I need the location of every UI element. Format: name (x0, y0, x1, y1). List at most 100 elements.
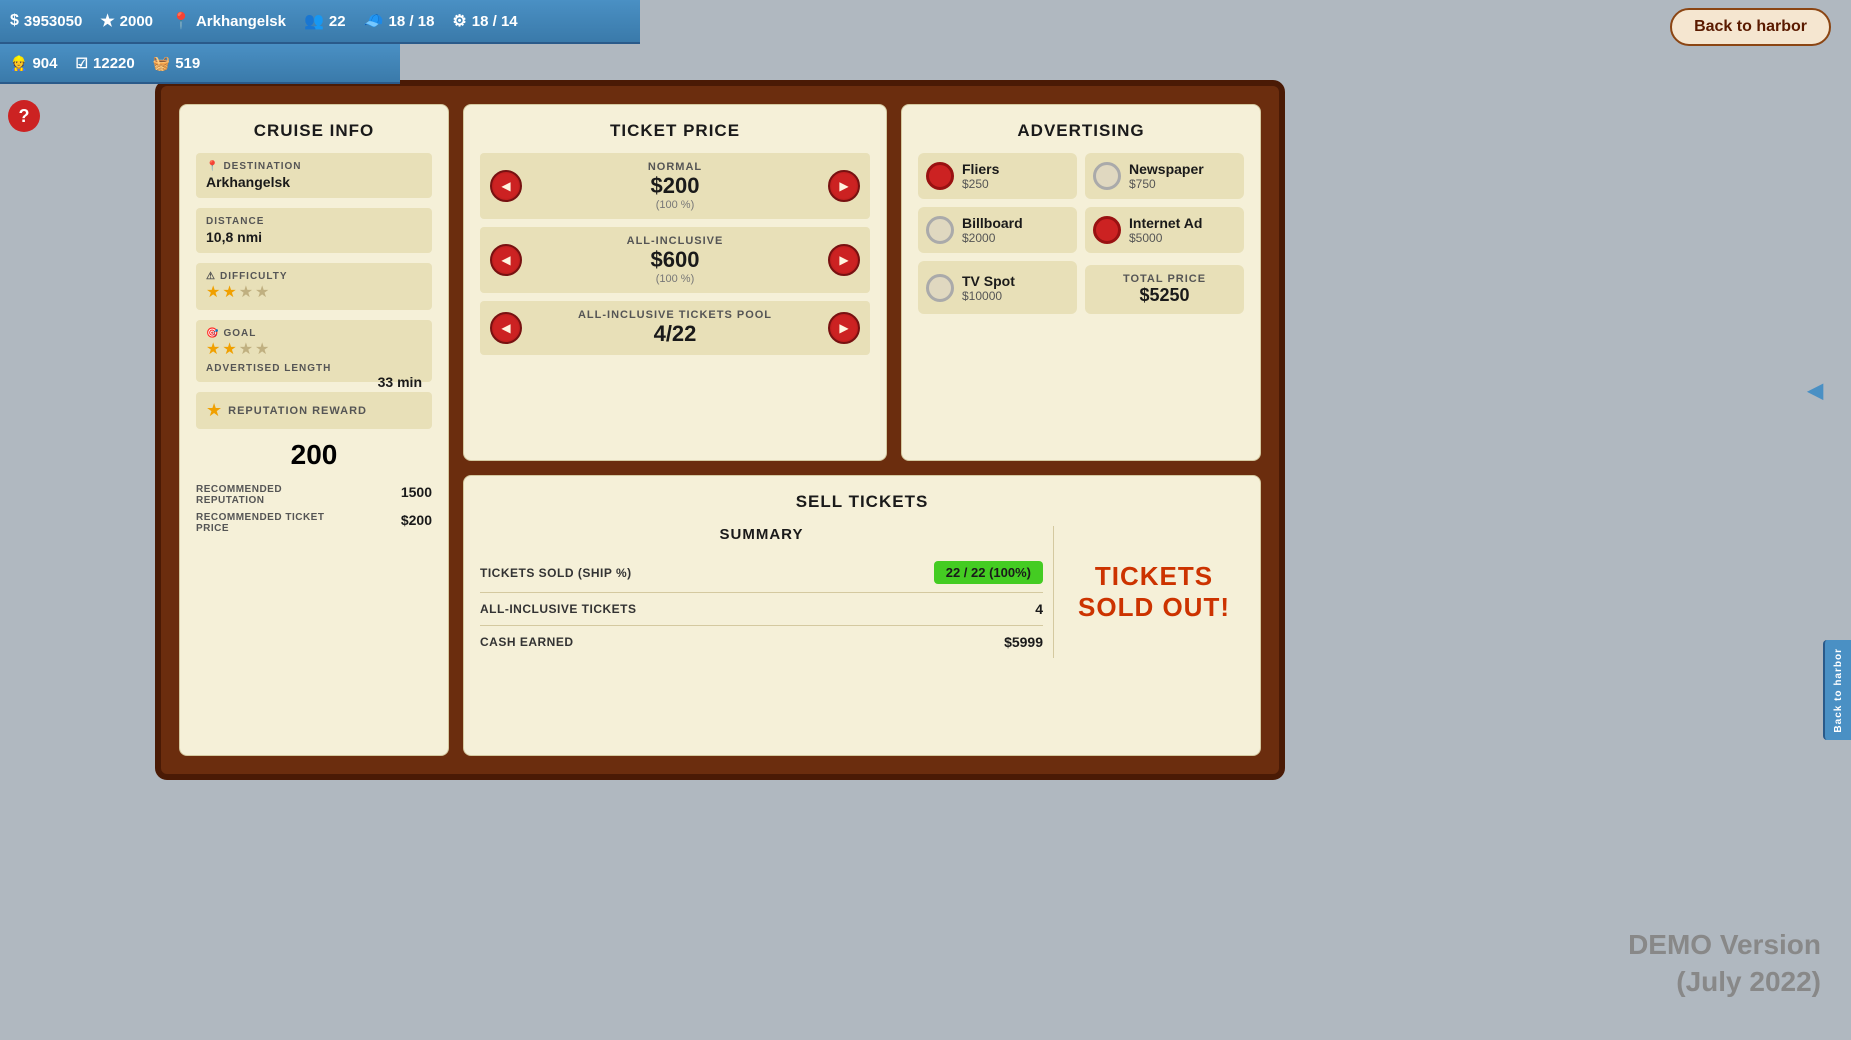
money-icon: $ (10, 12, 19, 30)
val3-value: 519 (175, 55, 200, 72)
harbor-arrow-icon[interactable]: ◀ (1808, 378, 1823, 403)
tv-spot-price: $10000 (962, 289, 1069, 303)
goal-star-1: ★ (206, 339, 220, 359)
reputation-reward-value: 200 (196, 439, 432, 471)
recommended-ticket-row: RECOMMENDED TICKET PRICE $200 (196, 509, 432, 537)
warning-icon: ⚠ (206, 271, 216, 282)
normal-price-increase-button[interactable] (828, 170, 860, 202)
star-3: ★ (239, 282, 253, 302)
newspaper-info: Newspaper $750 (1129, 161, 1236, 191)
billboard-radio[interactable] (926, 216, 954, 244)
second-bar: 👷 904 ☑ 12220 🧺 519 (0, 44, 400, 84)
rec-rep-label2: REPUTATION (196, 495, 282, 506)
pool-center: ALL-INCLUSIVE TICKETS POOL 4/22 (522, 309, 828, 347)
cruise-info-card: CRUISE INFO 📍 DESTINATION Arkhangelsk DI… (179, 104, 449, 756)
normal-label: NORMAL (522, 161, 828, 173)
pool-value: 4/22 (522, 321, 828, 347)
supplies-value: 18 / 18 (389, 13, 435, 30)
ad-billboard[interactable]: Billboard $2000 (918, 207, 1077, 253)
location-display: 📍 Arkhangelsk (171, 11, 286, 31)
total-price-label: TOTAL PRICE (1093, 273, 1236, 285)
demo-line1: DEMO Version (1628, 927, 1821, 963)
difficulty-label: ⚠ DIFFICULTY (206, 271, 422, 282)
newspaper-radio[interactable] (1093, 162, 1121, 190)
top-bar: $ 3953050 ★ 2000 📍 Arkhangelsk 👥 22 🧢 18… (0, 0, 640, 44)
tickets-sold-row: TICKETS SOLD (SHIP %) 22 / 22 (100%) (480, 553, 1043, 593)
money-display: $ 3953050 (10, 12, 82, 30)
internet-price: $5000 (1129, 231, 1236, 245)
goal-label: 🎯 GOAL (206, 328, 422, 339)
harbor-tab[interactable]: Back to harbor (1823, 640, 1851, 740)
advertising-title: ADVERTISING (918, 121, 1244, 141)
pool-increase-button[interactable] (828, 312, 860, 344)
demo-version: DEMO Version (July 2022) (1628, 927, 1821, 1000)
ad-fliers[interactable]: Fliers $250 (918, 153, 1077, 199)
star-2: ★ (222, 282, 236, 302)
destination-row: 📍 DESTINATION Arkhangelsk (196, 153, 432, 198)
goal-star-4: ★ (255, 339, 269, 359)
back-to-harbor-button[interactable]: Back to harbor (1670, 8, 1831, 46)
reputation-reward-box: ★ REPUTATION REWARD (196, 392, 432, 429)
cash-earned-value: $5999 (1004, 634, 1043, 650)
summary-table: TICKETS SOLD (SHIP %) 22 / 22 (100%) ALL… (480, 553, 1043, 658)
location-value: Arkhangelsk (196, 13, 286, 30)
fliers-price: $250 (962, 177, 1069, 191)
val1-value: 904 (32, 55, 57, 72)
goal-row: 🎯 GOAL ★ ★ ★ ★ ADVERTISED LENGTH 33 min (196, 320, 432, 382)
distance-label: DISTANCE (206, 216, 422, 227)
basket-icon: 🧺 (153, 55, 170, 72)
goal-star-3: ★ (239, 339, 253, 359)
newspaper-price: $750 (1129, 177, 1236, 191)
distance-row: DISTANCE 10,8 nmi (196, 208, 432, 253)
ad-tv-spot[interactable]: TV Spot $10000 (918, 261, 1077, 314)
internet-radio[interactable] (1093, 216, 1121, 244)
sell-tickets-inner: SELL TICKETS SUMMARY TICKETS SOLD (SHIP … (480, 492, 1244, 739)
pool-label: ALL-INCLUSIVE TICKETS POOL (522, 309, 828, 321)
billboard-price: $2000 (962, 231, 1069, 245)
val3-display: 🧺 519 (153, 55, 200, 72)
summary-divider (1053, 526, 1054, 658)
sell-tickets-card: SELL TICKETS SUMMARY TICKETS SOLD (SHIP … (463, 475, 1261, 756)
rec-rep-value: 1500 (401, 484, 432, 506)
val2-value: 12220 (93, 55, 135, 72)
summary-section: SUMMARY TICKETS SOLD (SHIP %) 22 / 22 (1… (480, 526, 1043, 658)
star-4: ★ (255, 282, 269, 302)
tv-spot-info: TV Spot $10000 (962, 273, 1069, 303)
crew-display: 👥 22 (304, 11, 346, 31)
sell-tickets-title: SELL TICKETS (480, 492, 1244, 512)
internet-info: Internet Ad $5000 (1129, 215, 1236, 245)
recommended-reputation-row: RECOMMENDED REPUTATION 1500 (196, 481, 432, 509)
destination-value: Arkhangelsk (206, 174, 422, 190)
billboard-name: Billboard (962, 215, 1069, 231)
pool-decrease-button[interactable] (490, 312, 522, 344)
summary-title: SUMMARY (480, 526, 1043, 543)
ad-internet[interactable]: Internet Ad $5000 (1085, 207, 1244, 253)
tv-spot-radio[interactable] (926, 274, 954, 302)
tickets-sold-bar: 22 / 22 (100%) (934, 561, 1043, 584)
sell-tickets-content: SUMMARY TICKETS SOLD (SHIP %) 22 / 22 (1… (480, 526, 1244, 658)
cruise-info-title: CRUISE INFO (196, 121, 432, 141)
help-button[interactable]: ? (8, 100, 40, 132)
fliers-radio[interactable] (926, 162, 954, 190)
stars-value: 2000 (120, 13, 153, 30)
all-inclusive-tickets-value: 4 (1035, 601, 1043, 617)
ad-newspaper[interactable]: Newspaper $750 (1085, 153, 1244, 199)
crew-value: 22 (329, 13, 346, 30)
demo-line2: (July 2022) (1628, 964, 1821, 1000)
val1-display: 👷 904 (10, 55, 57, 72)
normal-price-decrease-button[interactable] (490, 170, 522, 202)
all-inclusive-price-decrease-button[interactable] (490, 244, 522, 276)
normal-ticket-row: NORMAL $200 (100 %) (480, 153, 870, 219)
cash-earned-row: CASH EARNED $5999 (480, 626, 1043, 658)
box-icon: ☑ (75, 55, 88, 72)
internet-name: Internet Ad (1129, 215, 1236, 231)
all-inclusive-price-increase-button[interactable] (828, 244, 860, 276)
all-inclusive-label: ALL-INCLUSIVE (522, 235, 828, 247)
ticket-price-card: TICKET PRICE NORMAL $200 (100 %) ALL-INC… (463, 104, 887, 461)
all-inclusive-pct: (100 %) (522, 273, 828, 285)
money-value: 3953050 (24, 13, 82, 30)
location-icon: 📍 (171, 11, 191, 31)
difficulty-stars: ★ ★ ★ ★ (206, 282, 269, 302)
main-board: CRUISE INFO 📍 DESTINATION Arkhangelsk DI… (155, 80, 1285, 780)
advertised-length-label: ADVERTISED LENGTH (206, 363, 422, 374)
